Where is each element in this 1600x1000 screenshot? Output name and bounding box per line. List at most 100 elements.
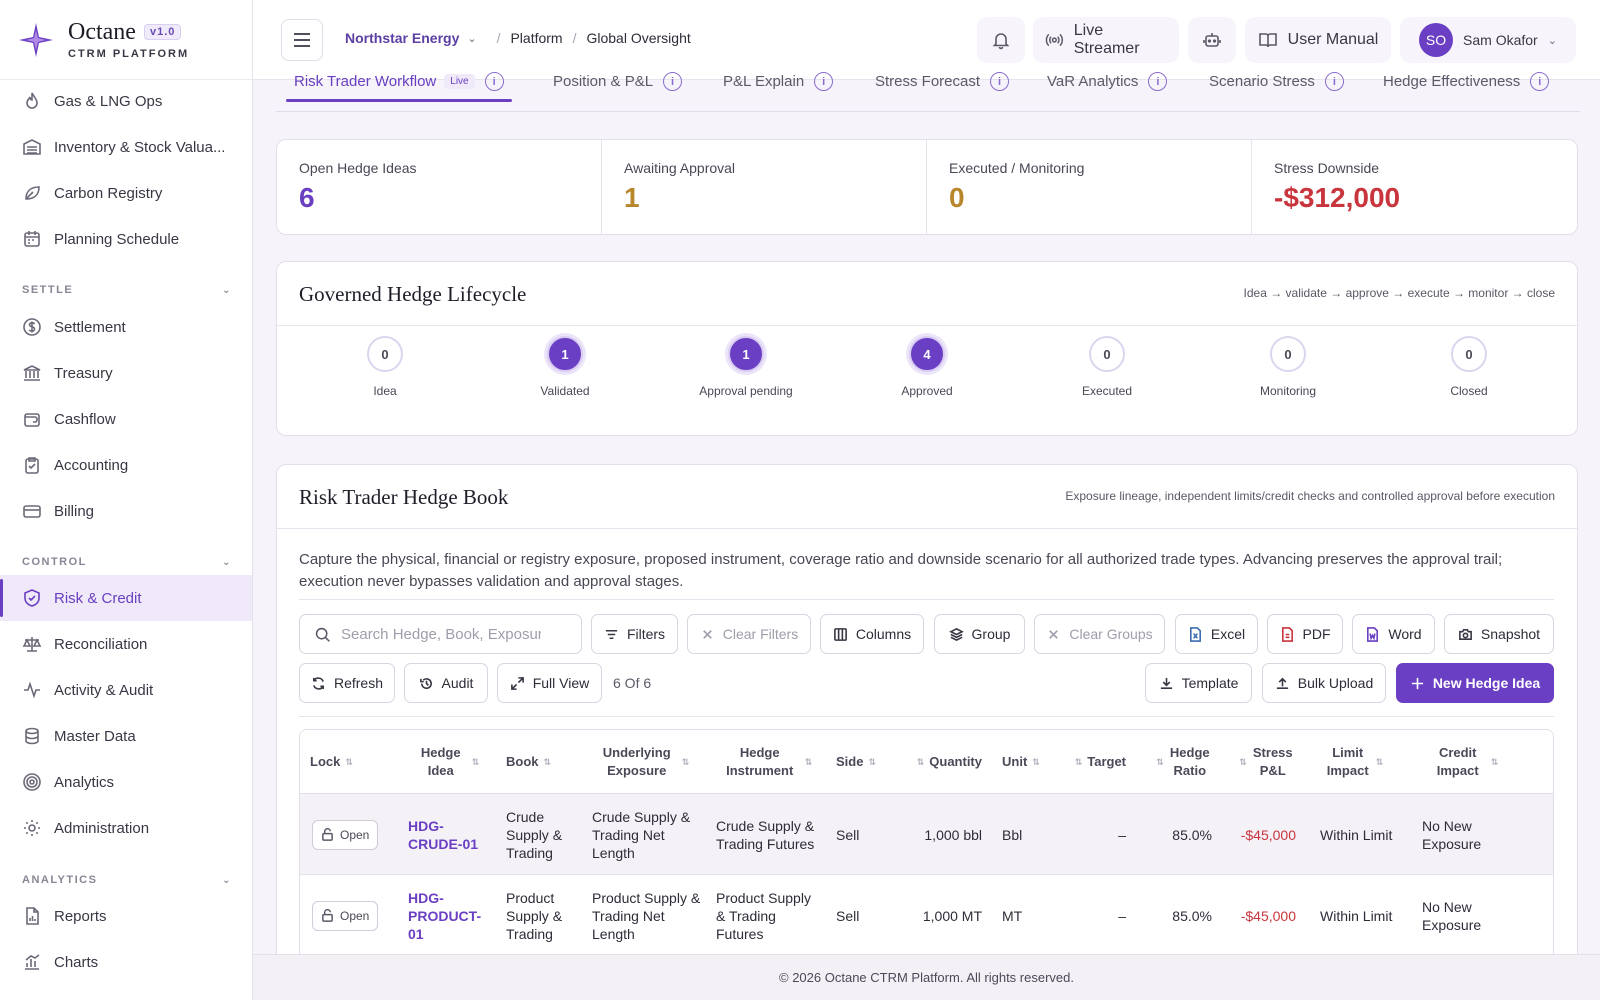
stage-executed[interactable]: 0 Executed [1027,336,1187,398]
dollar-circle-icon [23,318,41,336]
search-field[interactable] [299,614,582,654]
tab-risk-trader-workflow[interactable]: Risk Trader Workflow Live i [286,72,512,102]
org-selector[interactable]: Northstar Energy [345,30,459,46]
sidebar-item-label: Analytics [54,773,115,791]
template-button[interactable]: Template [1145,663,1252,703]
assistant-bot-button[interactable] [1188,17,1236,63]
column-label: Stress P&L [1252,745,1293,778]
sidebar-item-label: Risk & Credit [54,589,142,607]
hedge-idea-link[interactable]: HDG-PRODUCT-01 [408,875,484,956]
version-badge: v1.0 [143,24,182,40]
bulk-upload-button[interactable]: Bulk Upload [1262,663,1386,703]
lock-toggle-button[interactable]: Open [312,900,379,931]
columns-button[interactable]: Columns [820,614,924,654]
col-header-hedge-ratio[interactable]: ⇅ Hedge Ratio [1146,730,1216,794]
sidebar-item-planning-schedule[interactable]: Planning Schedule [0,216,252,262]
button-label: Bulk Upload [1297,675,1374,691]
stage-approval-pending[interactable]: 1 Approval pending [666,336,826,398]
sidebar-item-gas-lng[interactable]: Gas & LNG Ops [0,78,252,124]
search-input[interactable] [341,625,541,643]
gear-icon [24,820,40,836]
col-header-side[interactable]: Side ⇅ [836,730,896,794]
snapshot-button[interactable]: Snapshot [1444,614,1554,654]
sidebar-item-inventory[interactable]: Inventory & Stock Valua... [0,124,252,170]
sidebar-item-charts[interactable]: Charts [0,939,252,985]
tab-var-analytics[interactable]: VaR Analytics i [1047,72,1168,91]
sidebar-item-billing[interactable]: Billing [0,488,252,534]
clear-groups-button[interactable]: Clear Groups [1034,614,1165,654]
user-name: Sam Okafor [1463,32,1538,48]
col-header-hedge-idea[interactable]: Hedge Idea ⇅ [404,730,490,794]
table-row[interactable]: Open HDG-CRUDE-01 Crude Supply & Trading… [300,794,1553,875]
tab-stress-forecast[interactable]: Stress Forecast i [875,72,1010,91]
sidebar-item-label: Charts [54,953,99,971]
info-icon[interactable]: i [1324,72,1344,91]
live-streamer-button[interactable]: Live Streamer [1033,17,1179,63]
sidebar-item-activity-audit[interactable]: Activity & Audit [0,667,252,713]
sidebar-item-risk-credit[interactable]: Risk & Credit [0,575,252,621]
tab-scenario-stress[interactable]: Scenario Stress i [1209,72,1344,91]
section-settle[interactable]: SETTLE ⌄ [22,284,232,296]
credit-impact-cell: No New Exposure [1422,898,1482,933]
info-icon[interactable]: i [990,72,1010,91]
stage-approved[interactable]: 4 Approved [847,336,1007,398]
export-word-button[interactable]: Word [1352,614,1435,654]
clear-filters-button[interactable]: Clear Filters [687,614,811,654]
menu-toggle-button[interactable] [281,19,323,61]
col-header-lock[interactable]: Lock ⇅ [310,730,370,794]
breadcrumb-platform[interactable]: Platform [510,30,562,46]
sidebar-item-cashflow[interactable]: Cashflow [0,396,252,442]
stage-monitoring[interactable]: 0 Monitoring [1208,336,1368,398]
info-icon[interactable]: i [484,72,504,91]
chevron-down-icon[interactable]: ⌄ [467,32,476,45]
sidebar-item-administration[interactable]: Administration [0,805,252,851]
sidebar-item-accounting[interactable]: Accounting [0,442,252,488]
sidebar-item-settlement[interactable]: Settlement [0,304,252,350]
tab-pnl-explain[interactable]: P&L Explain i [723,72,834,91]
sidebar-item-reports[interactable]: Reports [0,893,252,939]
group-button[interactable]: Group [934,614,1025,654]
col-header-unit[interactable]: Unit ⇅ [1002,730,1062,794]
col-header-hedge-instrument[interactable]: Hedge Instrument ⇅ [714,730,818,794]
export-pdf-button[interactable]: PDF [1267,614,1343,654]
sidebar-item-reconciliation[interactable]: Reconciliation [0,621,252,667]
stage-idea[interactable]: 0 Idea [305,336,465,398]
col-header-underlying-exposure[interactable]: Underlying Exposure ⇅ [590,730,696,794]
activity-icon [24,681,40,699]
sidebar-item-treasury[interactable]: Treasury [0,350,252,396]
hedge-idea-link[interactable]: HDG-CRUDE-01 [408,794,488,875]
new-hedge-idea-button[interactable]: New Hedge Idea [1396,663,1554,703]
col-header-limit-impact[interactable]: Limit Impact ⇅ [1314,730,1394,794]
sidebar-item-master-data[interactable]: Master Data [0,713,252,759]
info-icon[interactable]: i [814,72,834,91]
col-header-book[interactable]: Book ⇅ [506,730,576,794]
lock-toggle-button[interactable]: Open [312,819,379,850]
info-icon[interactable]: i [1530,72,1550,91]
col-header-credit-impact[interactable]: Credit Impact ⇅ [1414,730,1514,794]
info-icon[interactable]: i [1148,72,1168,91]
book-cell: Crude Supply & Trading [506,808,563,861]
info-icon[interactable]: i [663,72,683,91]
sidebar-item-carbon-registry[interactable]: Carbon Registry [0,170,252,216]
full-view-button[interactable]: Full View [497,663,602,703]
user-manual-button[interactable]: User Manual [1245,17,1391,63]
export-excel-button[interactable]: Excel [1175,614,1258,654]
tab-position-pnl[interactable]: Position & P&L i [553,72,683,91]
button-label: Full View [532,675,590,691]
stage-validated[interactable]: 1 Validated [485,336,645,398]
refresh-button[interactable]: Refresh [299,663,395,703]
notifications-button[interactable] [977,17,1025,63]
filters-button[interactable]: Filters [591,614,678,654]
col-header-target[interactable]: ⇅ Target [1064,730,1126,794]
sort-icon: ⇅ [1074,757,1083,767]
user-menu[interactable]: SO Sam Okafor ⌄ [1400,17,1576,63]
tab-hedge-effectiveness[interactable]: Hedge Effectiveness i [1383,72,1550,91]
section-control[interactable]: CONTROL ⌄ [22,556,232,568]
col-header-quantity[interactable]: ⇅ Quantity [902,730,982,794]
audit-button[interactable]: Audit [404,663,488,703]
section-analytics[interactable]: ANALYTICS ⌄ [22,874,232,886]
col-header-stress-pnl[interactable]: ⇅ Stress P&L [1232,730,1296,794]
table-row[interactable]: Open HDG-PRODUCT-01 Product Supply & Tra… [300,875,1553,956]
sidebar-item-analytics[interactable]: Analytics [0,759,252,805]
stage-closed[interactable]: 0 Closed [1389,336,1549,398]
